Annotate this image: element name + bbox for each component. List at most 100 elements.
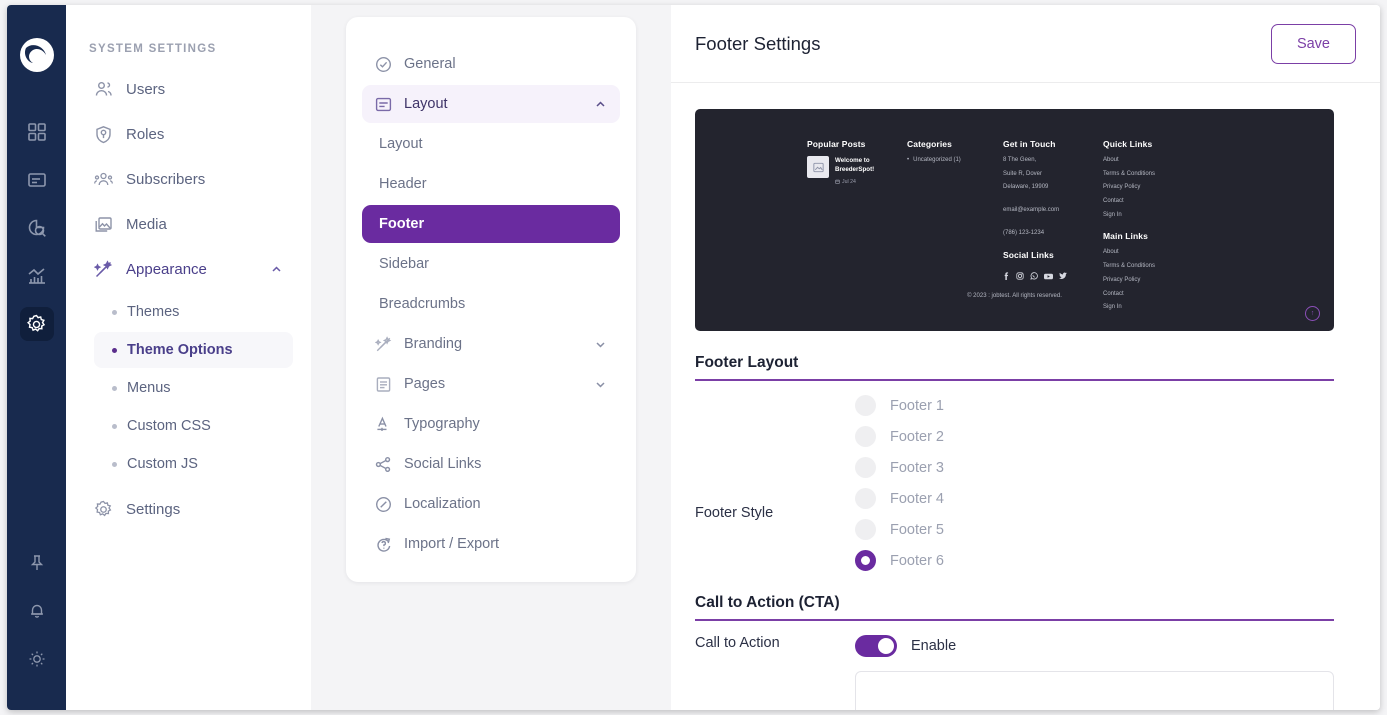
- rail-item-content[interactable]: [20, 163, 54, 197]
- midnav-subitem-header[interactable]: Header: [362, 165, 620, 203]
- rail-item-theme[interactable]: [20, 642, 54, 676]
- sidebar-item-custom-css[interactable]: Custom CSS: [94, 408, 293, 444]
- sidebar-subitem-label: Custom CSS: [127, 418, 211, 434]
- radio-indicator[interactable]: [855, 395, 876, 416]
- sidebar-item-appearance[interactable]: Appearance: [84, 249, 293, 289]
- sidebar-item-subscribers[interactable]: Subscribers: [84, 159, 293, 199]
- radio-footer-1[interactable]: Footer 1: [855, 395, 944, 416]
- radio-label: Footer 2: [890, 428, 944, 445]
- quick-link[interactable]: Sign In: [1103, 211, 1223, 220]
- midnav-subitem-footer[interactable]: Footer: [362, 205, 620, 243]
- midnav-item-general[interactable]: General: [362, 45, 620, 83]
- sidebar-heading: SYSTEM SETTINGS: [89, 43, 217, 55]
- sidebar-item-media[interactable]: Media: [84, 204, 293, 244]
- post-date-text: Jul 24: [842, 178, 856, 185]
- radio-indicator[interactable]: [855, 488, 876, 509]
- theme-options-column: General Layout Layout Header Footer Side…: [311, 5, 671, 710]
- sidebar-item-label: Roles: [126, 125, 165, 143]
- subscribers-icon: [94, 170, 113, 189]
- wand-icon: [94, 259, 113, 279]
- midnav-item-label: Layout: [404, 96, 448, 112]
- radio-label: Footer 6: [890, 552, 944, 569]
- cta-row: Call to Action Enable: [695, 621, 1334, 657]
- radio-label: Footer 1: [890, 397, 944, 414]
- rail-item-pin[interactable]: [20, 546, 54, 580]
- sidebar-item-users[interactable]: Users: [84, 69, 293, 109]
- category-item: Uncategorized (1): [907, 156, 1003, 165]
- system-settings-sidebar: SYSTEM SETTINGS Users Roles Subscribers …: [66, 5, 311, 710]
- midnav-item-label: Import / Export: [404, 536, 500, 552]
- midnav-subitem-breadcrumbs[interactable]: Breadcrumbs: [362, 285, 620, 323]
- radio-footer-5[interactable]: Footer 5: [855, 519, 944, 540]
- main-link[interactable]: About: [1103, 248, 1223, 257]
- quick-link[interactable]: Privacy Policy: [1103, 183, 1223, 192]
- preview-popular-posts: Popular Posts Welcome to BreederSpot! Ju…: [807, 139, 907, 317]
- twitter-icon[interactable]: [1059, 267, 1067, 285]
- brand-logo[interactable]: [17, 35, 57, 75]
- cta-toggle-label: Enable: [911, 638, 957, 654]
- midnav-item-pages[interactable]: Pages: [362, 365, 620, 403]
- midnav-item-label: Typography: [404, 416, 480, 432]
- sidebar-item-themes[interactable]: Themes: [94, 294, 293, 330]
- sidebar-item-label: Users: [126, 80, 166, 98]
- cta-text-input[interactable]: [855, 671, 1334, 710]
- radio-footer-6[interactable]: Footer 6: [855, 550, 944, 571]
- rail-item-seo[interactable]: [20, 211, 54, 245]
- share-icon: [375, 456, 392, 473]
- sidebar-item-menus[interactable]: Menus: [94, 370, 293, 406]
- radio-indicator[interactable]: [855, 519, 876, 540]
- youtube-icon[interactable]: [1044, 267, 1053, 285]
- radio-footer-3[interactable]: Footer 3: [855, 457, 944, 478]
- preview-links-columns: Quick Links About Terms & Conditions Pri…: [1103, 139, 1223, 317]
- chevron-up-icon[interactable]: [594, 98, 607, 111]
- footer-style-row: Footer Style Footer 1 Footer 2 Footer 3: [695, 381, 1334, 571]
- quick-link[interactable]: Terms & Conditions: [1103, 170, 1223, 179]
- quick-link[interactable]: About: [1103, 156, 1223, 165]
- main-link[interactable]: Sign In: [1103, 303, 1223, 312]
- bullet-dot: [112, 309, 117, 315]
- sidebar-item-custom-js[interactable]: Custom JS: [94, 446, 293, 482]
- midnav-subitem-layout[interactable]: Layout: [362, 125, 620, 163]
- midnav-item-localization[interactable]: Localization: [362, 485, 620, 523]
- back-to-top-button[interactable]: ↑: [1305, 306, 1320, 321]
- layout-icon: [375, 96, 392, 113]
- instagram-icon[interactable]: [1016, 267, 1024, 285]
- cta-label: Call to Action: [695, 635, 780, 651]
- sidebar-item-theme-options[interactable]: Theme Options: [94, 332, 293, 368]
- chevron-down-icon[interactable]: [594, 378, 607, 391]
- chevron-down-icon[interactable]: [594, 338, 607, 351]
- midnav-subitem-sidebar[interactable]: Sidebar: [362, 245, 620, 283]
- radio-footer-4[interactable]: Footer 4: [855, 488, 944, 509]
- footer-preview: Popular Posts Welcome to BreederSpot! Ju…: [695, 109, 1334, 331]
- rail-item-settings[interactable]: [19, 307, 54, 341]
- radio-footer-2[interactable]: Footer 2: [855, 426, 944, 447]
- radio-indicator-selected[interactable]: [855, 550, 876, 571]
- midnav-item-branding[interactable]: Branding: [362, 325, 620, 363]
- quick-link[interactable]: Contact: [1103, 197, 1223, 206]
- radio-indicator[interactable]: [855, 457, 876, 478]
- cta-enable-toggle[interactable]: [855, 635, 897, 657]
- whatsapp-icon[interactable]: [1030, 267, 1038, 285]
- rail-item-dashboard[interactable]: [20, 115, 54, 149]
- sidebar-item-settings[interactable]: Settings: [84, 489, 293, 529]
- chevron-up-icon[interactable]: [270, 263, 283, 276]
- sidebar-item-roles[interactable]: Roles: [84, 114, 293, 154]
- save-button[interactable]: Save: [1270, 23, 1356, 64]
- midnav-item-social-links[interactable]: Social Links: [362, 445, 620, 483]
- facebook-icon[interactable]: [1003, 267, 1010, 285]
- compass-icon: [375, 496, 392, 513]
- main-link[interactable]: Terms & Conditions: [1103, 262, 1223, 271]
- rail-item-notifications[interactable]: [20, 594, 54, 628]
- section-title-footer-layout: Footer Layout: [695, 354, 799, 371]
- midnav-item-layout[interactable]: Layout: [362, 85, 620, 123]
- main-header: Footer Settings Save: [671, 5, 1380, 83]
- import-export-icon: [375, 536, 392, 553]
- main-link[interactable]: Privacy Policy: [1103, 276, 1223, 285]
- rail-item-analytics[interactable]: [20, 259, 54, 293]
- midnav-item-import-export[interactable]: Import / Export: [362, 525, 620, 563]
- radio-indicator[interactable]: [855, 426, 876, 447]
- contact-phone: (786) 123-1234: [1003, 229, 1045, 236]
- midnav-item-typography[interactable]: Typography: [362, 405, 620, 443]
- category-label: Uncategorized (1): [913, 157, 961, 163]
- users-icon: [94, 80, 113, 99]
